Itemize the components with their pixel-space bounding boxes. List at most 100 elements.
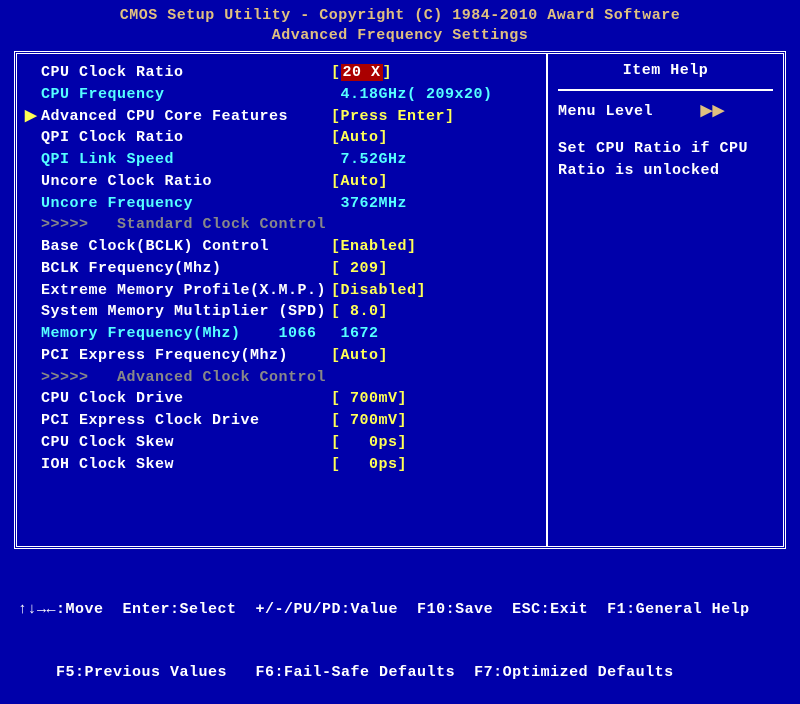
main-box: CPU Clock Ratio[20 X] CPU Frequency 4.18… xyxy=(14,51,786,549)
bracket-open: [ xyxy=(331,108,341,125)
setting-row[interactable]: CPU Frequency 4.18GHz( 209x20) xyxy=(25,84,540,106)
setting-row[interactable]: CPU Clock Ratio[20 X] xyxy=(25,62,540,84)
setting-label: Uncore Clock Ratio xyxy=(41,171,331,193)
setting-value: Auto xyxy=(341,173,379,190)
setting-value-wrap: [Disabled] xyxy=(331,280,426,302)
setting-value-wrap: [ 209] xyxy=(331,258,388,280)
bracket-close: ] xyxy=(379,173,389,190)
setting-value: Enabled xyxy=(341,238,408,255)
cursor-icon xyxy=(25,258,41,280)
setting-value: 700mV xyxy=(341,412,398,429)
setting-label: CPU Clock Ratio xyxy=(41,62,331,84)
setting-value: 1672 xyxy=(341,325,379,342)
cursor-icon xyxy=(25,62,41,84)
setting-row[interactable]: Base Clock(BCLK) Control[Enabled] xyxy=(25,236,540,258)
bracket-open xyxy=(331,86,341,103)
setting-row[interactable]: System Memory Multiplier (SPD)[ 8.0] xyxy=(25,301,540,323)
cursor-icon xyxy=(25,127,41,149)
setting-value-wrap: 3762MHz xyxy=(331,193,407,215)
setting-value: 700mV xyxy=(341,390,398,407)
cursor-icon xyxy=(25,367,41,389)
setting-label: PCI Express Clock Drive xyxy=(41,410,331,432)
setting-row: >>>>> Advanced Clock Control xyxy=(25,367,540,389)
setting-row[interactable]: IOH Clock Skew[ 0ps] xyxy=(25,454,540,476)
setting-value: Disabled xyxy=(341,282,417,299)
bracket-open: [ xyxy=(331,64,341,81)
setting-value-wrap: 4.18GHz( 209x20) xyxy=(331,84,493,106)
menu-level-label: Menu Level xyxy=(558,103,653,120)
setting-value-wrap: [ 8.0] xyxy=(331,301,388,323)
setting-value-wrap: [Auto] xyxy=(331,171,388,193)
setting-row[interactable]: QPI Link Speed 7.52GHz xyxy=(25,149,540,171)
bracket-open: [ xyxy=(331,173,341,190)
bracket-close: ] xyxy=(417,282,427,299)
bracket-open xyxy=(331,195,341,212)
help-title: Item Help xyxy=(558,62,773,91)
bracket-close: ] xyxy=(379,129,389,146)
setting-value: Auto xyxy=(341,347,379,364)
setting-label: BCLK Frequency(Mhz) xyxy=(41,258,331,280)
header: CMOS Setup Utility - Copyright (C) 1984-… xyxy=(0,0,800,49)
cursor-icon xyxy=(25,388,41,410)
setting-row[interactable]: PCI Express Frequency(Mhz)[Auto] xyxy=(25,345,540,367)
bracket-close: ] xyxy=(398,390,408,407)
setting-row[interactable]: QPI Clock Ratio[Auto] xyxy=(25,127,540,149)
setting-value: 20 X xyxy=(341,64,383,81)
setting-row[interactable]: ▶Advanced CPU Core Features[Press Enter] xyxy=(25,106,540,128)
setting-label: Uncore Frequency xyxy=(41,193,331,215)
setting-value-wrap: [Auto] xyxy=(331,127,388,149)
bracket-open xyxy=(331,325,341,342)
settings-pane: CPU Clock Ratio[20 X] CPU Frequency 4.18… xyxy=(17,54,548,546)
bracket-close: ] xyxy=(383,64,393,81)
cursor-icon xyxy=(25,345,41,367)
setting-row[interactable]: CPU Clock Skew[ 0ps] xyxy=(25,432,540,454)
bracket-close: ] xyxy=(398,456,408,473)
setting-label: Base Clock(BCLK) Control xyxy=(41,236,331,258)
setting-row: >>>>> Standard Clock Control xyxy=(25,214,540,236)
bracket-open: [ xyxy=(331,347,341,364)
footer: ↑↓→←:Move Enter:Select +/-/PU/PD:Value F… xyxy=(0,549,800,704)
setting-value: 209 xyxy=(341,260,379,277)
setting-row[interactable]: Extreme Memory Profile(X.M.P.)[Disabled] xyxy=(25,280,540,302)
setting-label: QPI Clock Ratio xyxy=(41,127,331,149)
setting-value-wrap: [Auto] xyxy=(331,345,388,367)
setting-label: System Memory Multiplier (SPD) xyxy=(41,301,331,323)
cursor-icon xyxy=(25,280,41,302)
setting-value: 4.18GHz( 209x20) xyxy=(341,86,493,103)
setting-row[interactable]: BCLK Frequency(Mhz)[ 209] xyxy=(25,258,540,280)
cursor-icon: ▶ xyxy=(25,106,41,128)
setting-row[interactable]: Uncore Clock Ratio[Auto] xyxy=(25,171,540,193)
cursor-icon xyxy=(25,84,41,106)
setting-row[interactable]: CPU Clock Drive[ 700mV] xyxy=(25,388,540,410)
setting-label: CPU Clock Skew xyxy=(41,432,331,454)
bracket-open: [ xyxy=(331,434,341,451)
setting-label: Advanced CPU Core Features xyxy=(41,106,331,128)
setting-value-wrap: [20 X] xyxy=(331,62,392,84)
setting-value-wrap: 1672 xyxy=(331,323,379,345)
setting-row[interactable]: PCI Express Clock Drive[ 700mV] xyxy=(25,410,540,432)
setting-row[interactable]: Memory Frequency(Mhz) 1066 1672 xyxy=(25,323,540,345)
bracket-open: [ xyxy=(331,456,341,473)
setting-value: Press Enter xyxy=(341,108,446,125)
bracket-open xyxy=(331,151,341,168)
setting-label: Extreme Memory Profile(X.M.P.) xyxy=(41,280,331,302)
title-line2: Advanced Frequency Settings xyxy=(0,26,800,46)
footer-line1: ↑↓→←:Move Enter:Select +/-/PU/PD:Value F… xyxy=(18,599,782,620)
setting-label: PCI Express Frequency(Mhz) xyxy=(41,345,331,367)
bracket-close: ] xyxy=(398,412,408,429)
setting-label: >>>>> Advanced Clock Control xyxy=(41,367,331,389)
menu-level-row: Menu Level ▶▶ xyxy=(558,101,773,124)
setting-value-wrap: 7.52GHz xyxy=(331,149,407,171)
cursor-icon xyxy=(25,323,41,345)
setting-value-wrap: [Press Enter] xyxy=(331,106,455,128)
cursor-icon xyxy=(25,410,41,432)
setting-row[interactable]: Uncore Frequency 3762MHz xyxy=(25,193,540,215)
bracket-open: [ xyxy=(331,303,341,320)
bracket-close: ] xyxy=(379,303,389,320)
setting-value: 0ps xyxy=(341,456,398,473)
bracket-open: [ xyxy=(331,260,341,277)
setting-value-wrap: [ 700mV] xyxy=(331,388,407,410)
setting-value: 0ps xyxy=(341,434,398,451)
cursor-icon xyxy=(25,149,41,171)
setting-value-wrap: [Enabled] xyxy=(331,236,417,258)
